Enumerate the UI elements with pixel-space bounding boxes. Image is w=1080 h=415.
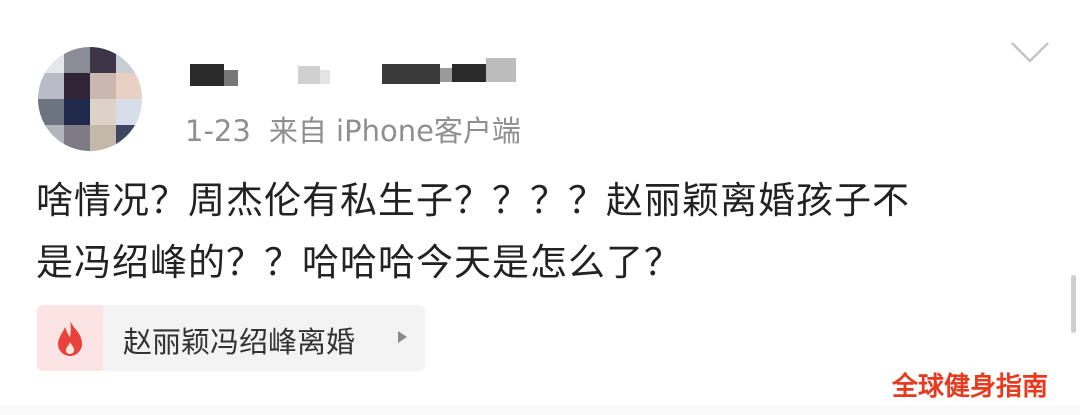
- topic-label: 赵丽颖冯绍峰离婚: [123, 325, 356, 359]
- post-meta: 1-23 来自 iPhone客户端: [185, 108, 521, 150]
- scrollbar[interactable]: [1071, 275, 1076, 333]
- post-source: 来自 iPhone客户端: [268, 114, 521, 148]
- post-text-line: 啥情况？周杰伦有私生子？？？？赵丽颖离婚孩子不: [36, 179, 910, 222]
- post-text: 啥情况？周杰伦有私生子？？？？赵丽颖离婚孩子不 是冯绍峰的？？哈哈哈今天是怎么了…: [36, 170, 1036, 294]
- chevron-down-icon[interactable]: [1010, 40, 1050, 66]
- divider: [0, 405, 1080, 415]
- triangle-right-icon: [398, 331, 407, 343]
- post-date: 1-23: [185, 114, 251, 148]
- topic-chip[interactable]: 赵丽颖冯绍峰离婚: [37, 305, 425, 371]
- fire-icon: [37, 305, 103, 371]
- username-redacted[interactable]: [190, 58, 530, 88]
- avatar[interactable]: [38, 47, 142, 151]
- post-text-line: 是冯绍峰的？？哈哈哈今天是怎么了？: [36, 241, 682, 284]
- watermark: 全球健身指南: [892, 372, 1049, 402]
